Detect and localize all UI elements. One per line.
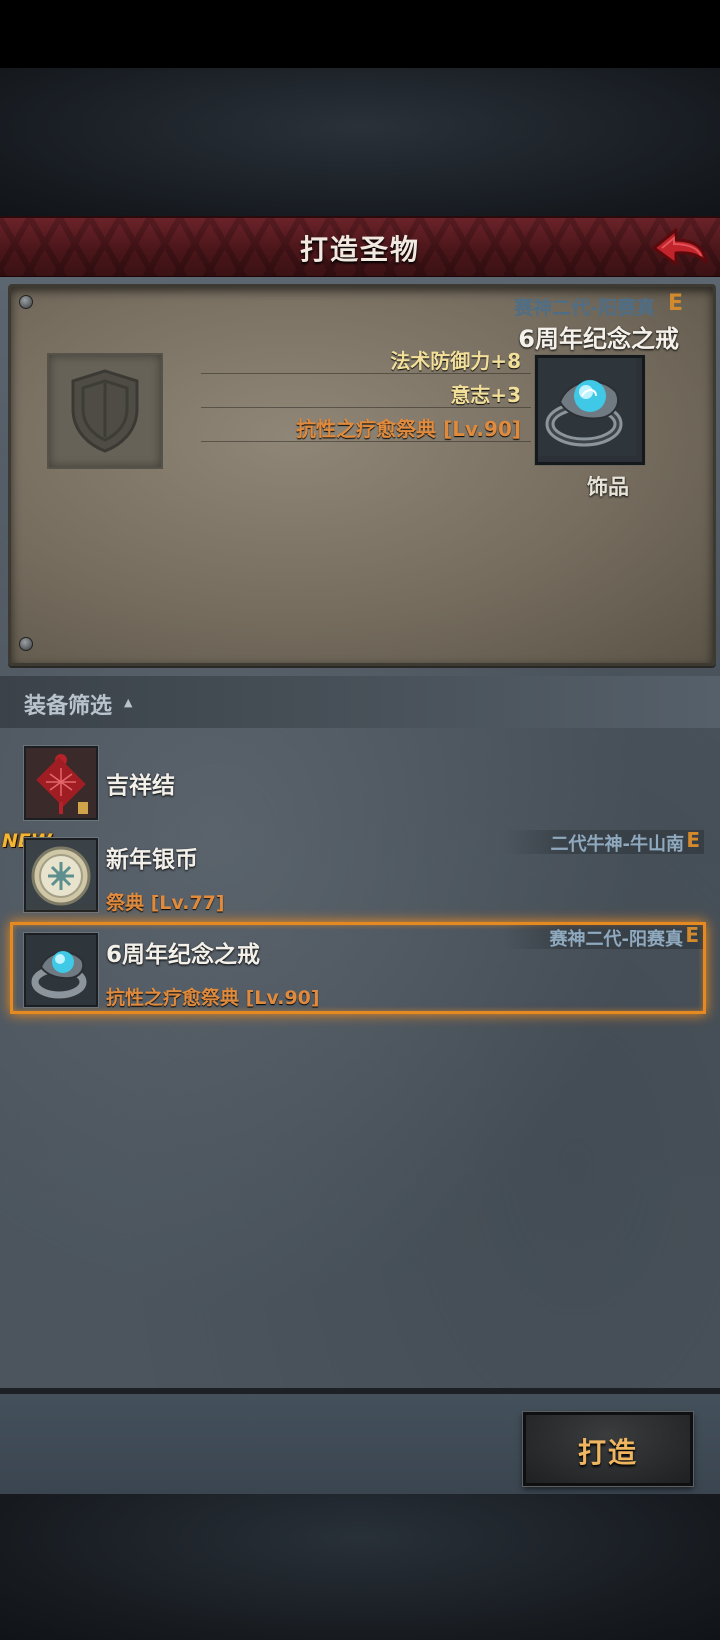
empty-equipment-slot[interactable] — [47, 353, 163, 469]
equipment-filter-bar[interactable]: 装备筛选 ▲ — [0, 676, 720, 728]
item-icon-frame — [24, 746, 98, 820]
rivet-icon — [19, 295, 33, 309]
preview-stat: 法术防御力+8 — [390, 349, 521, 373]
list-item[interactable]: 二代牛神-牛山南 E 新年银币 祭典 [Lv.77] — [14, 828, 704, 920]
preview-grade: E — [667, 291, 683, 316]
footer-background — [0, 1494, 720, 1640]
divider — [201, 407, 531, 408]
item-source: 二代牛神-牛山南 — [550, 834, 684, 855]
list-item[interactable]: 吉祥结 — [14, 738, 704, 828]
item-effect: 抗性之疗愈祭典 [Lv.90] — [106, 987, 320, 1009]
forge-button-label: 打造 — [577, 1436, 638, 1469]
item-name: 新年银币 — [106, 847, 198, 873]
silver-coin-icon — [26, 840, 96, 910]
caret-up-icon: ▲ — [124, 696, 133, 709]
item-name: 6周年纪念之戒 — [106, 942, 261, 968]
slot-type-label: 饰品 — [587, 475, 629, 499]
ring-icon — [538, 358, 636, 456]
preview-effect: 抗性之疗愈祭典 [Lv.90] — [296, 417, 521, 441]
forge-button[interactable]: 打造 — [523, 1412, 693, 1486]
item-name: 吉祥结 — [106, 773, 175, 799]
preview-item-name: 6周年纪念之戒 — [518, 325, 679, 353]
item-grade: E — [686, 828, 700, 852]
status-bar — [0, 0, 720, 68]
item-preview-card: 赛神二代-阳赛真 E 6周年纪念之戒 法术防御力+8 意志+3 抗性之疗愈祭典 … — [8, 284, 716, 666]
item-effect: 祭典 [Lv.77] — [106, 892, 225, 914]
page-title: 打造圣物 — [299, 233, 420, 266]
back-button[interactable] — [648, 226, 710, 270]
preview-source: 赛神二代-阳赛真 — [514, 297, 655, 319]
back-arrow-icon — [652, 228, 708, 266]
item-icon-frame — [24, 933, 98, 1007]
game-screen: 打造圣物 赛神二代-阳赛真 E 6周年纪念之戒 法术防御力+8 意志+3 抗性之… — [0, 0, 720, 1640]
top-background — [0, 68, 720, 216]
preview-stat: 意志+3 — [450, 383, 521, 407]
title-bar: 打造圣物 — [0, 216, 720, 279]
chinese-knot-icon — [26, 748, 96, 818]
divider — [201, 373, 531, 374]
filter-label: 装备筛选 — [24, 694, 113, 719]
item-icon-frame — [24, 838, 98, 912]
rivet-icon — [19, 637, 33, 651]
shield-icon — [71, 369, 139, 453]
item-grade: E — [685, 923, 699, 947]
ring-icon — [26, 935, 96, 1005]
item-source: 赛神二代-阳赛真 — [549, 929, 683, 950]
preview-item-icon-frame[interactable] — [535, 355, 645, 465]
list-item-selected[interactable]: 赛神二代-阳赛真 E 6周年纪念之戒 抗性之疗愈祭典 [Lv.90] — [10, 922, 706, 1014]
divider — [201, 441, 531, 442]
